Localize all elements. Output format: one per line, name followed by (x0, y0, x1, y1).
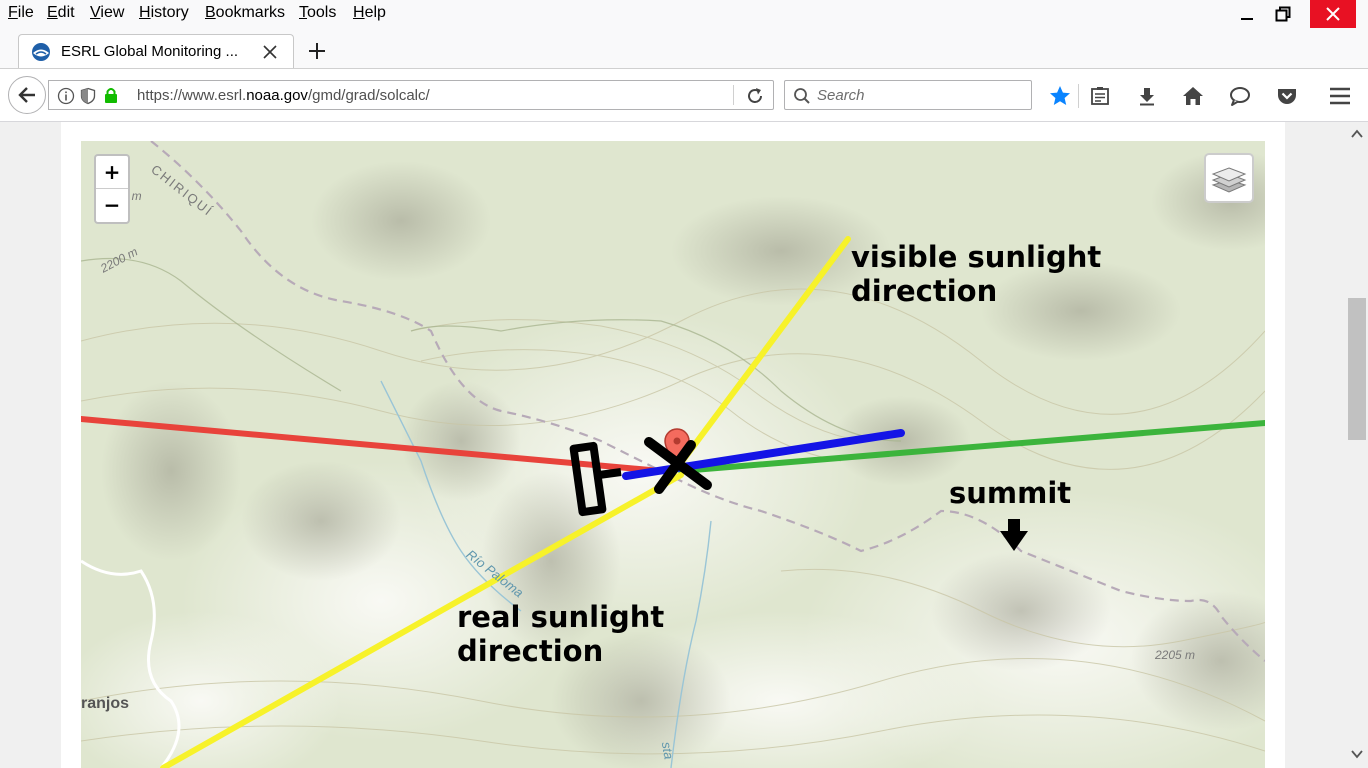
plus-icon (309, 43, 325, 59)
reload-icon[interactable] (745, 86, 765, 106)
bookmark-star-button[interactable] (1048, 84, 1072, 108)
restore-icon (1275, 6, 1291, 22)
shield-icon[interactable] (79, 87, 97, 105)
zoom-in-button[interactable]: + (96, 156, 128, 189)
menu-bar: File Edit View History Bookmarks Tools H… (0, 0, 1368, 28)
url-divider (733, 85, 734, 105)
search-bar[interactable]: Search (784, 80, 1032, 110)
pocket-icon (1278, 89, 1296, 104)
menu-view[interactable]: View (90, 4, 124, 22)
scroll-thumb[interactable] (1348, 298, 1366, 440)
map-road-label: sta (658, 740, 677, 761)
new-tab-button[interactable] (306, 40, 328, 62)
back-arrow-icon (18, 87, 35, 103)
chat-button[interactable] (1228, 84, 1252, 108)
noaa-logo-icon (32, 43, 50, 61)
clipboard-icon (1091, 87, 1109, 105)
url-bar[interactable]: https://www.esrl.noaa.gov/gmd/grad/solca… (48, 80, 774, 110)
tab-close-icon[interactable] (263, 45, 277, 59)
map-view[interactable]: CHIRIQUÍ 2200 m 35 m 2205 m Río Paloma r… (81, 141, 1265, 768)
layers-icon (1211, 167, 1247, 193)
menu-tools[interactable]: Tools (299, 4, 336, 22)
back-button[interactable] (8, 76, 46, 114)
search-input[interactable]: Search (817, 87, 865, 104)
tab-title: ESRL Global Monitoring ... (61, 43, 239, 60)
menu-edit[interactable]: Edit (47, 4, 75, 22)
close-icon (1326, 7, 1340, 21)
speech-bubble-icon (1230, 87, 1250, 106)
toolbar-divider (1078, 84, 1079, 108)
hamburger-menu-button[interactable] (1328, 84, 1352, 108)
menu-help[interactable]: Help (353, 4, 386, 22)
reading-list-button[interactable] (1088, 84, 1112, 108)
download-icon (1140, 88, 1154, 106)
scroll-down-icon[interactable] (1351, 748, 1363, 760)
scroll-up-icon[interactable] (1351, 128, 1363, 140)
downloads-button[interactable] (1135, 84, 1159, 108)
star-icon (1050, 86, 1070, 105)
map-canvas (81, 141, 1265, 768)
menu-bookmarks[interactable]: Bookmarks (205, 4, 285, 22)
layers-button[interactable] (1204, 153, 1254, 203)
real-sunlight-annotation: real sunlight direction (457, 600, 665, 668)
pocket-button[interactable] (1275, 84, 1299, 108)
home-button[interactable] (1181, 84, 1205, 108)
minimize-icon (1241, 18, 1253, 20)
search-icon (794, 88, 810, 104)
info-icon[interactable] (57, 87, 75, 105)
restore-button[interactable] (1260, 0, 1306, 28)
menu-history[interactable]: History (139, 4, 189, 22)
hamburger-icon (1330, 87, 1350, 105)
zoom-out-button[interactable]: − (96, 189, 128, 221)
lock-icon[interactable] (103, 86, 119, 104)
home-icon (1183, 87, 1203, 105)
map-town-label: ranjos (81, 695, 130, 712)
visible-sunlight-annotation: visible sunlight direction (851, 240, 1102, 308)
menu-file[interactable]: File (8, 4, 34, 22)
summit-annotation: summit (949, 476, 1072, 510)
tab-esrl[interactable]: ESRL Global Monitoring ... (18, 34, 294, 68)
url-text: https://www.esrl.noaa.gov/gmd/grad/solca… (137, 87, 430, 104)
page-scrollbar[interactable] (1346, 122, 1368, 768)
zoom-control: + − (94, 154, 130, 224)
map-elevation-label: 2205 m (1155, 648, 1196, 662)
close-window-button[interactable] (1310, 0, 1356, 28)
